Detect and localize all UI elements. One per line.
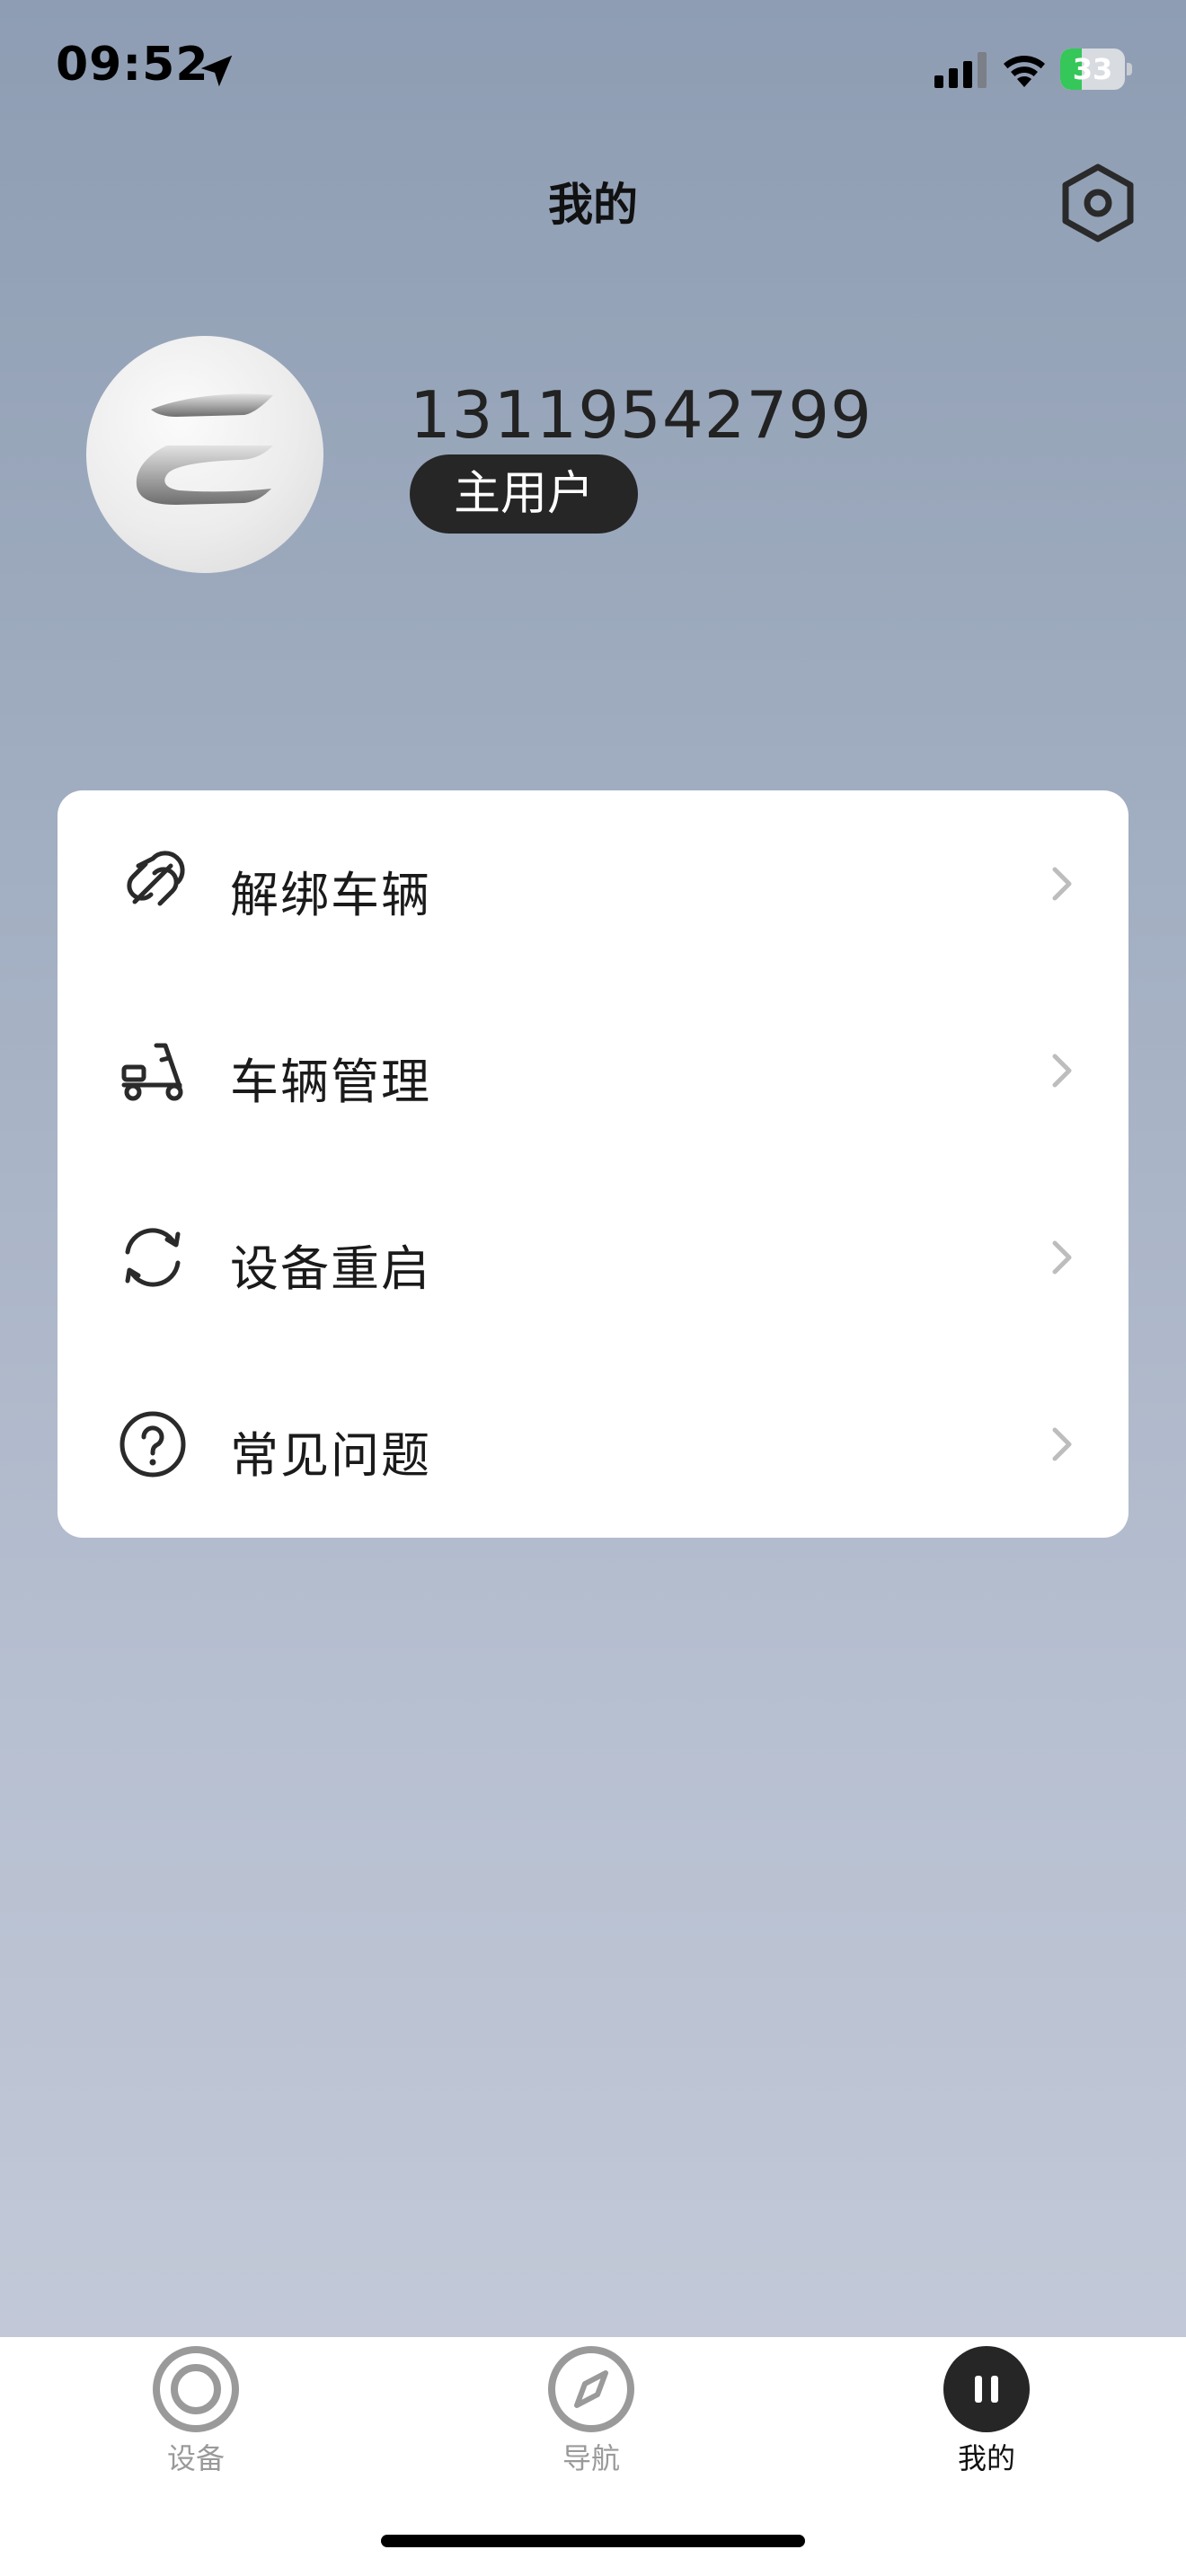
chevron-right-icon bbox=[1052, 867, 1072, 901]
menu-item-faq[interactable]: 常见问题 bbox=[58, 1351, 1128, 1538]
compass-icon bbox=[548, 2346, 634, 2432]
tab-device[interactable]: 设备 bbox=[106, 2337, 286, 2481]
device-ring-icon bbox=[153, 2346, 239, 2432]
chevron-right-icon bbox=[1052, 1427, 1072, 1461]
unlink-pill-icon bbox=[127, 851, 185, 906]
scooter-icon bbox=[121, 1043, 183, 1101]
menu-label: 解绑车辆 bbox=[230, 867, 431, 923]
menu-item-unbind-vehicle[interactable]: 解绑车辆 bbox=[58, 790, 1128, 977]
home-indicator bbox=[381, 2535, 805, 2547]
menu-label: 车辆管理 bbox=[230, 1054, 431, 1110]
tab-navigation[interactable]: 导航 bbox=[501, 2337, 681, 2481]
signal-icon bbox=[934, 52, 987, 88]
tab-label: 设备 bbox=[166, 2441, 225, 2475]
tab-label: 我的 bbox=[957, 2441, 1015, 2475]
gear-hexagon-icon bbox=[1062, 163, 1134, 243]
menu-label: 设备重启 bbox=[230, 1240, 431, 1297]
pause-circle-icon bbox=[943, 2346, 1030, 2432]
menu-item-device-restart[interactable]: 设备重启 bbox=[58, 1164, 1128, 1351]
chevron-right-icon bbox=[1052, 1240, 1072, 1275]
page-title: 我的 bbox=[548, 179, 638, 231]
battery-charging-icon: 33 bbox=[1060, 49, 1132, 90]
wifi-icon bbox=[1004, 56, 1045, 87]
role-badge: 主用户 bbox=[410, 454, 638, 534]
location-arrow-icon bbox=[200, 55, 233, 87]
status-time: 09:52 bbox=[56, 38, 209, 92]
refresh-icon bbox=[125, 1228, 181, 1287]
chevron-right-icon bbox=[1052, 1054, 1072, 1088]
question-circle-icon bbox=[119, 1411, 186, 1478]
menu-label: 常见问题 bbox=[230, 1427, 431, 1484]
status-bar: 09:52 33 bbox=[0, 0, 1186, 144]
battery-percent: 33 bbox=[1072, 52, 1113, 86]
tab-mine[interactable]: 我的 bbox=[897, 2337, 1076, 2481]
menu-item-vehicle-management[interactable]: 车辆管理 bbox=[58, 977, 1128, 1164]
brand-logo-icon bbox=[136, 393, 273, 505]
tab-label: 导航 bbox=[562, 2441, 620, 2475]
settings-button[interactable] bbox=[1053, 162, 1143, 244]
avatar[interactable] bbox=[86, 336, 323, 573]
phone-number: 13119542799 bbox=[410, 377, 872, 453]
menu-card: 解绑车辆 车辆管理 设备重启 常见问题 bbox=[58, 790, 1128, 1538]
